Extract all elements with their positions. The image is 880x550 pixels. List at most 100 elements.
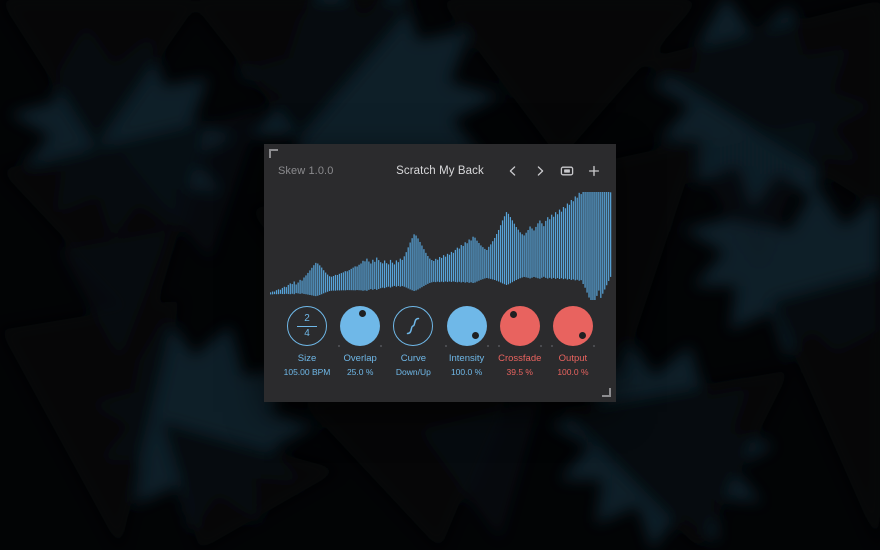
waveform-bar	[450, 251, 453, 282]
waveform-bar	[441, 257, 443, 282]
window-resize-handle[interactable]	[602, 388, 611, 397]
waveform-bar	[547, 217, 549, 279]
tick-max	[592, 345, 595, 347]
waveform-bar	[348, 270, 350, 291]
intensity-knob-indicator	[472, 331, 480, 339]
waveform-bar	[271, 291, 274, 295]
output-knob[interactable]	[550, 306, 595, 347]
add-preset-button[interactable]	[586, 163, 602, 179]
waveform-bar	[486, 249, 488, 278]
waveform-bar	[311, 267, 313, 296]
waveform-bar	[344, 271, 346, 291]
overlap-knob[interactable]	[338, 306, 383, 347]
waveform-bar	[423, 249, 425, 287]
waveform-bar	[509, 217, 512, 284]
waveform-bar	[327, 274, 329, 292]
waveform-bar	[275, 290, 278, 295]
waveform-bar	[427, 256, 429, 284]
waveform-bar	[568, 204, 570, 279]
waveform-bar	[551, 214, 553, 279]
plugin-window[interactable]: Skew 1.0.0 Scratch My Back 2 4 Size 105.…	[264, 144, 616, 402]
waveform-bar	[433, 260, 435, 282]
waveform-bar	[413, 234, 415, 291]
waveform-display[interactable]	[264, 190, 616, 300]
curve-knob-label: Curve	[400, 353, 427, 364]
waveform-bar	[317, 263, 319, 296]
crossfade-knob-label: Crossfade	[498, 353, 542, 364]
waveform-bar	[387, 264, 390, 287]
prev-preset-button[interactable]	[505, 163, 521, 179]
waveform-bar	[586, 192, 588, 293]
waveform-bar	[285, 287, 287, 294]
waveform-bar	[484, 248, 486, 279]
intensity-knob-value: 100.0 %	[450, 366, 483, 377]
waveform-bar	[584, 192, 586, 288]
waveform-bar	[598, 192, 600, 291]
tick-max	[486, 345, 489, 347]
overlap-knob-ticks	[336, 339, 384, 347]
waveform-bar	[608, 192, 610, 281]
waveform-bar	[464, 242, 466, 283]
window-icon	[560, 166, 574, 176]
waveform-bar	[435, 258, 437, 283]
waveform-bar	[360, 263, 362, 291]
waveform-bar	[592, 192, 594, 300]
preset-browser-button[interactable]	[559, 163, 575, 179]
output-knob-ticks	[549, 339, 597, 347]
waveform-bar	[505, 212, 508, 285]
waveform-bar	[578, 192, 580, 281]
waveform-bar	[301, 280, 303, 294]
curve-knob[interactable]	[393, 306, 434, 346]
waveform-bar	[452, 252, 455, 282]
overlap-knob-cell: Overlap 25.0 %	[335, 306, 385, 377]
size-knob-label: Size	[297, 353, 317, 364]
waveform-bar	[415, 235, 417, 291]
size-knob[interactable]: 24	[287, 306, 327, 346]
waveform-bar	[417, 238, 419, 290]
waveform-bar	[482, 247, 484, 280]
waveform-bar	[503, 216, 506, 285]
waveform-bar	[399, 258, 401, 287]
size-knob-cell: 2 4 Size 105.00 BPM	[282, 306, 332, 377]
waveform-bar	[384, 260, 386, 289]
crossfade-knob-cell: Crossfade 39.5 %	[495, 306, 545, 377]
waveform-bar	[429, 258, 431, 283]
waveform-bar	[442, 255, 445, 283]
waveform-bar	[368, 261, 370, 290]
waveform-bar	[458, 248, 460, 282]
waveform-bar	[431, 260, 433, 283]
waveform-bar	[325, 272, 327, 293]
waveform-bar	[364, 261, 366, 291]
waveform-bar	[385, 263, 388, 288]
crossfade-knob[interactable]	[497, 306, 542, 347]
intensity-knob-ticks	[443, 339, 491, 347]
waveform-bar	[456, 247, 458, 283]
waveform-bar	[507, 213, 510, 285]
waveform-bar	[517, 229, 519, 280]
intensity-knob[interactable]	[444, 306, 489, 347]
waveform-bar	[391, 262, 394, 287]
waveform-bar	[342, 272, 344, 291]
waveform-bar	[407, 247, 409, 289]
waveform-bar	[323, 270, 325, 294]
tick-min	[497, 345, 500, 347]
waveform-bar	[297, 282, 299, 294]
waveform-bar	[338, 273, 341, 291]
waveform-bar	[295, 284, 297, 294]
waveform-bar	[273, 291, 276, 295]
waveform-bar	[328, 276, 331, 292]
waveform-bar	[610, 192, 612, 277]
waveform-bar	[515, 227, 517, 281]
waveform-bar	[523, 235, 525, 277]
waveform-bar	[604, 192, 606, 290]
waveform-bar	[409, 242, 411, 290]
waveform-bar	[397, 262, 399, 286]
overlap-knob-label: Overlap	[343, 353, 377, 364]
waveform-bar	[303, 277, 305, 294]
waveform-bar	[576, 197, 578, 280]
next-preset-button[interactable]	[532, 163, 548, 179]
intensity-knob-label: Intensity	[448, 353, 485, 364]
crossfade-knob-ticks	[496, 339, 544, 347]
waveform-bar	[446, 253, 449, 282]
chevron-right-icon	[537, 166, 544, 176]
